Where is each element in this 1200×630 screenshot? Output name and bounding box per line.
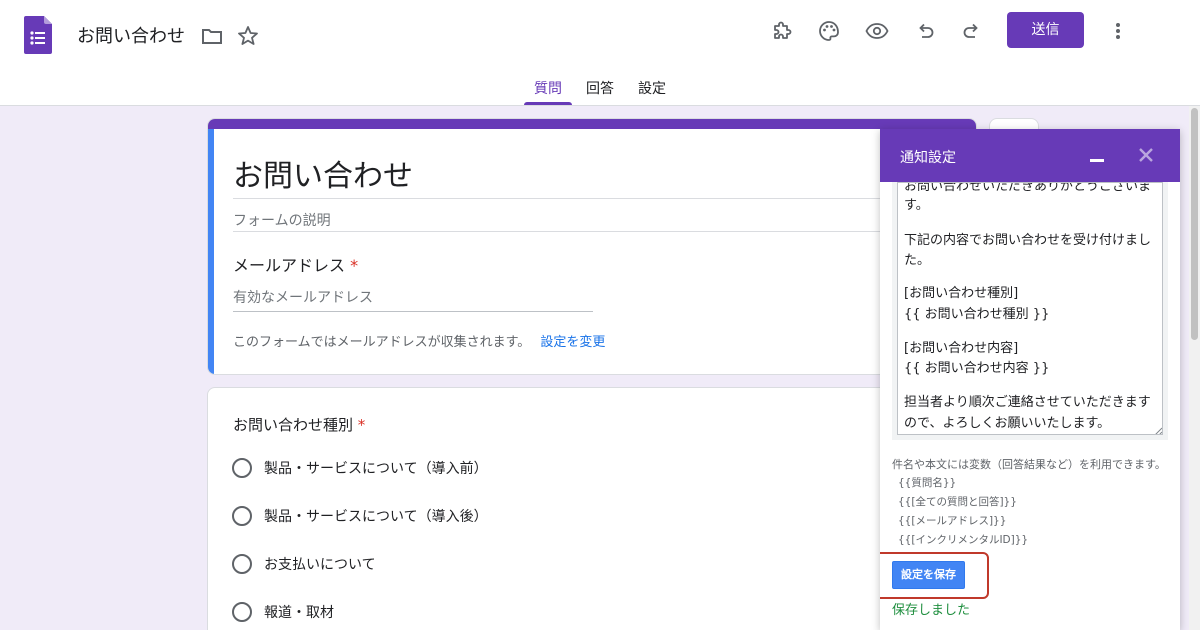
variable-item: {{[メールアドレス]}} bbox=[898, 515, 1007, 527]
email-collect-note: このフォームではメールアドレスが収集されます。 設定を変更 bbox=[233, 331, 605, 350]
more-vert-icon[interactable] bbox=[1106, 19, 1130, 43]
message-body-textarea[interactable]: お問い合わせいただきありがとうございま す。 下記の内容でお問い合わせを受け付け… bbox=[897, 182, 1163, 435]
message-line: す。 bbox=[904, 198, 929, 213]
input-underline bbox=[233, 311, 593, 312]
folder-icon[interactable] bbox=[200, 24, 224, 48]
close-icon[interactable] bbox=[1136, 145, 1156, 165]
resize-handle-icon[interactable] bbox=[1154, 427, 1162, 435]
required-mark: * bbox=[357, 416, 366, 434]
panel-title: 通知設定 bbox=[900, 150, 956, 166]
save-settings-button[interactable]: 設定を保存 bbox=[892, 561, 965, 589]
tab-settings[interactable]: 設定 bbox=[638, 78, 666, 98]
radio-button[interactable] bbox=[232, 506, 252, 526]
preview-eye-icon[interactable] bbox=[865, 19, 889, 43]
saved-status-message: 保存しました bbox=[892, 603, 971, 618]
panel-header: 通知設定 bbox=[880, 129, 1180, 182]
form-tabs: 質問 回答 設定 bbox=[0, 70, 1200, 106]
star-icon[interactable] bbox=[236, 24, 260, 48]
email-field-label: メールアドレス * bbox=[233, 252, 358, 276]
tab-responses[interactable]: 回答 bbox=[586, 78, 614, 98]
form-description-input[interactable]: フォームの説明 bbox=[233, 210, 331, 230]
google-forms-icon[interactable] bbox=[24, 16, 52, 54]
active-tab-indicator bbox=[524, 102, 572, 105]
message-line: [お問い合わせ種別] bbox=[904, 286, 1019, 301]
radio-option-label: 製品・サービスについて（導入後） bbox=[264, 509, 488, 525]
message-line: {{ お問い合わせ種別 }} bbox=[904, 307, 1050, 322]
collect-note-text: このフォームではメールアドレスが収集されます。 bbox=[233, 335, 531, 350]
send-button[interactable]: 送信 bbox=[1007, 12, 1084, 48]
radio-option-label: 製品・サービスについて（導入前） bbox=[264, 461, 488, 477]
notification-settings-panel: 通知設定 お問い合わせいただきありがとうございま す。 下記の内容でお問い合わせ… bbox=[880, 129, 1180, 630]
document-title[interactable]: お問い合わせ bbox=[77, 22, 185, 48]
radio-option-label: お支払いについて bbox=[264, 557, 376, 573]
radio-button[interactable] bbox=[232, 458, 252, 478]
form-title[interactable]: お問い合わせ bbox=[233, 151, 413, 195]
message-line: た。 bbox=[904, 253, 931, 268]
accent-bar bbox=[208, 119, 976, 129]
divider bbox=[233, 198, 953, 199]
message-line: お問い合わせいただきありがとうございま bbox=[904, 182, 1152, 194]
undo-icon[interactable] bbox=[913, 19, 937, 43]
radio-option-label: 報道・取材 bbox=[264, 605, 334, 621]
scrollbar-thumb[interactable] bbox=[1191, 108, 1198, 340]
radio-button[interactable] bbox=[232, 602, 252, 622]
redo-icon[interactable] bbox=[960, 19, 984, 43]
variable-item: {{質問名}} bbox=[898, 477, 957, 489]
message-line: ので、よろしくお願いいたします。 bbox=[904, 416, 1111, 431]
variable-item: {{[全ての質問と回答]}} bbox=[898, 496, 1017, 508]
question-title-text: お問い合わせ種別 bbox=[233, 416, 354, 434]
message-line: 担当者より順次ご連絡させていただきます bbox=[904, 395, 1151, 410]
addon-puzzle-icon[interactable] bbox=[770, 19, 794, 43]
app-header: お問い合わせ 送信 質問 回答 設定 bbox=[0, 0, 1200, 106]
divider bbox=[233, 231, 953, 232]
message-line: {{ お問い合わせ内容 }} bbox=[904, 361, 1050, 376]
question-title: お問い合わせ種別 * bbox=[233, 414, 365, 435]
variables-note: 件名や本文には変数（回答結果など）を利用できます。 bbox=[892, 458, 1166, 471]
form-title-card: お問い合わせ フォームの説明 メールアドレス * 有効なメールアドレス このフォ… bbox=[207, 118, 977, 375]
tab-questions[interactable]: 質問 bbox=[534, 78, 562, 98]
minimize-icon[interactable] bbox=[1090, 159, 1104, 162]
palette-icon[interactable] bbox=[817, 19, 841, 43]
selected-indicator bbox=[208, 129, 214, 374]
required-mark: * bbox=[350, 256, 359, 275]
question-card[interactable]: お問い合わせ種別 * 製品・サービスについて（導入前） 製品・サービスについて（… bbox=[207, 387, 977, 630]
email-input-placeholder: 有効なメールアドレス bbox=[233, 290, 373, 306]
change-settings-link[interactable]: 設定を変更 bbox=[540, 335, 605, 350]
radio-button[interactable] bbox=[232, 554, 252, 574]
message-line: [お問い合わせ内容] bbox=[904, 341, 1019, 356]
email-label-text: メールアドレス bbox=[233, 256, 346, 275]
variable-item: {{[インクリメンタルID]}} bbox=[898, 534, 1029, 546]
message-line: 下記の内容でお問い合わせを受け付けまし bbox=[904, 233, 1152, 248]
